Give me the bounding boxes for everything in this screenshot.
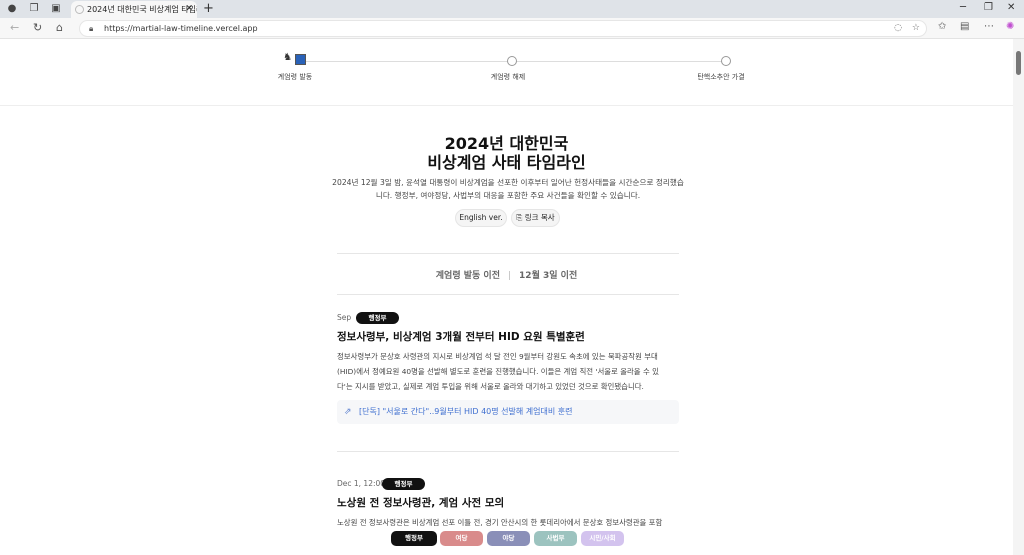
progress-step-2-label[interactable]: 계엄령 해제 [491,72,525,82]
copilot-icon[interactable]: ✺ [1006,21,1014,32]
event-date: Sep [337,313,352,322]
filter-judiciary-button[interactable]: 사법부 [534,531,577,546]
copy-link-button[interactable]: ⎘ 링크 복사 [511,209,560,227]
reload-icon[interactable]: ↻ [33,21,42,35]
event-body-line: (HID)에서 정예요원 40명을 선발해 별도로 훈련을 진행했습니다. 이들… [337,367,659,376]
event-date: Dec 1, 12:00 [337,479,386,488]
progress-dot-3[interactable] [721,56,731,66]
scrollbar[interactable] [1013,39,1024,555]
back-icon[interactable]: ← [10,21,19,35]
address-bar-row: ← ↻ ⌂ 🔒︎ https://martial-law-timeline.ve… [0,18,1024,39]
progress-dot-2[interactable] [507,56,517,66]
divider [337,253,679,254]
more-menu-icon[interactable]: ⋯ [984,21,994,32]
divider [337,294,679,295]
close-tab-icon[interactable]: ✕ [185,1,193,18]
favorite-star-icon[interactable]: ☆ [912,21,920,36]
url-field[interactable]: 🔒︎ https://martial-law-timeline.vercel.a… [79,20,927,37]
section-title: 계엄령 발동 이전 [435,271,500,281]
event-link-text: [단독] "서울로 간다"..9월부터 HID 40명 선발해 계엄대비 훈련 [359,407,573,416]
event-body-line: 노상원 전 정보사령관은 비상계엄 선포 이틀 전, 경기 안산시의 한 롯데리… [337,518,663,527]
window-close-icon[interactable]: ✕ [1007,2,1015,13]
page-viewport: ♞ 계엄령 발동 계엄령 해제 탄핵소추안 가결 2024년 대한민국 비상계엄… [0,39,1013,555]
scrollbar-thumb[interactable] [1016,51,1021,75]
maximize-icon[interactable]: ❐ [984,2,993,13]
section-heading: 계엄령 발동 이전 | 12월 3일 이전 [0,268,1013,281]
section-subtitle: 12월 3일 이전 [519,271,578,281]
event-category-badge: 행정부 [382,478,425,490]
tab-title: 2024년 대한민국 비상계엄 타임라인 [87,5,197,14]
page-description: 2024년 12월 3일 밤, 윤석열 대통령이 비상계엄을 선포한 이후부터 … [328,176,688,202]
timeline-progress: ♞ 계엄령 발동 계엄령 해제 탄핵소추안 가결 [0,39,1013,106]
tab-favicon-icon [75,5,84,14]
profile-icon[interactable]: ● [6,3,18,15]
description-line1: 2024년 12월 3일 밤, 윤석열 대통령이 비상계엄을 선포한 이후부터 … [332,178,684,187]
home-icon[interactable]: ⌂ [56,21,63,35]
clipboard-icon: ⎘ [516,213,525,222]
progress-step-1-label[interactable]: 계엄령 발동 [278,72,312,82]
english-version-button[interactable]: English ver. [455,209,507,227]
favorites-icon[interactable]: ✩ [938,21,946,32]
progress-marker: ♞ [283,52,307,65]
filter-civil-society-button[interactable]: 시민/사회 [581,531,624,546]
description-line2: 니다. 행정부, 여야정당, 사법부의 대응을 포함한 주요 사건들을 확인할 … [375,191,641,200]
url-text: https://martial-law-timeline.vercel.app [104,24,258,33]
reader-icon[interactable]: ◌ [894,21,902,36]
active-tab[interactable]: 2024년 대한민국 비상계엄 타임라인 ✕ [71,1,197,18]
event-source-link[interactable]: ⇗ [단독] "서울로 간다"..9월부터 HID 40명 선발해 계엄대비 훈… [337,400,679,424]
event-title: 노상원 전 정보사령관, 계엄 사전 모의 [337,497,505,509]
minimize-icon[interactable]: ─ [960,2,966,13]
new-tab-icon[interactable]: + [203,2,214,16]
progress-step-3-label[interactable]: 탄핵소추안 가결 [697,72,744,82]
divider [337,451,679,452]
filter-ruling-party-button[interactable]: 여당 [440,531,483,546]
event-category-badge: 행정부 [356,312,399,324]
external-link-icon: ⇗ [344,407,352,417]
soldier-icon: ♞ [283,52,292,63]
event-body-line: 다'는 지시를 받았고, 실제로 계엄 투입을 위해 서울로 올라와 대기하고 … [337,382,644,391]
copy-link-label: 링크 복사 [524,213,555,222]
page-title-line2: 비상계엄 사태 타임라인 [427,153,586,172]
browser-chrome: ● ❐ ▣ 2024년 대한민국 비상계엄 타임라인 ✕ + ─ ❐ ✕ ← ↻… [0,0,1024,39]
tab-strip: ● ❐ ▣ 2024년 대한민국 비상계엄 타임라인 ✕ + ─ ❐ ✕ [0,0,1024,18]
event-body: 정보사령부가 문상호 사령관의 지시로 비상계엄 석 달 전인 9월부터 강원도… [337,349,679,394]
event-title: 정보사령부, 비상계엄 3개월 전부터 HID 요원 특별훈련 [337,331,585,343]
collections-icon[interactable]: ▤ [960,21,969,32]
tab-actions-icon[interactable]: ▣ [50,3,62,15]
filter-opposition-button[interactable]: 야당 [487,531,530,546]
event-body-line: 정보사령부가 문상호 사령관의 지시로 비상계엄 석 달 전인 9월부터 강원도… [337,352,658,361]
event-body: 노상원 전 정보사령관은 비상계엄 선포 이틀 전, 경기 안산시의 한 롯데리… [337,515,679,530]
filter-executive-button[interactable]: 행정부 [391,531,437,546]
flag-icon [295,54,306,65]
section-separator: | [508,271,512,281]
workspaces-icon[interactable]: ❐ [28,3,40,15]
lock-icon: 🔒︎ [89,24,94,33]
